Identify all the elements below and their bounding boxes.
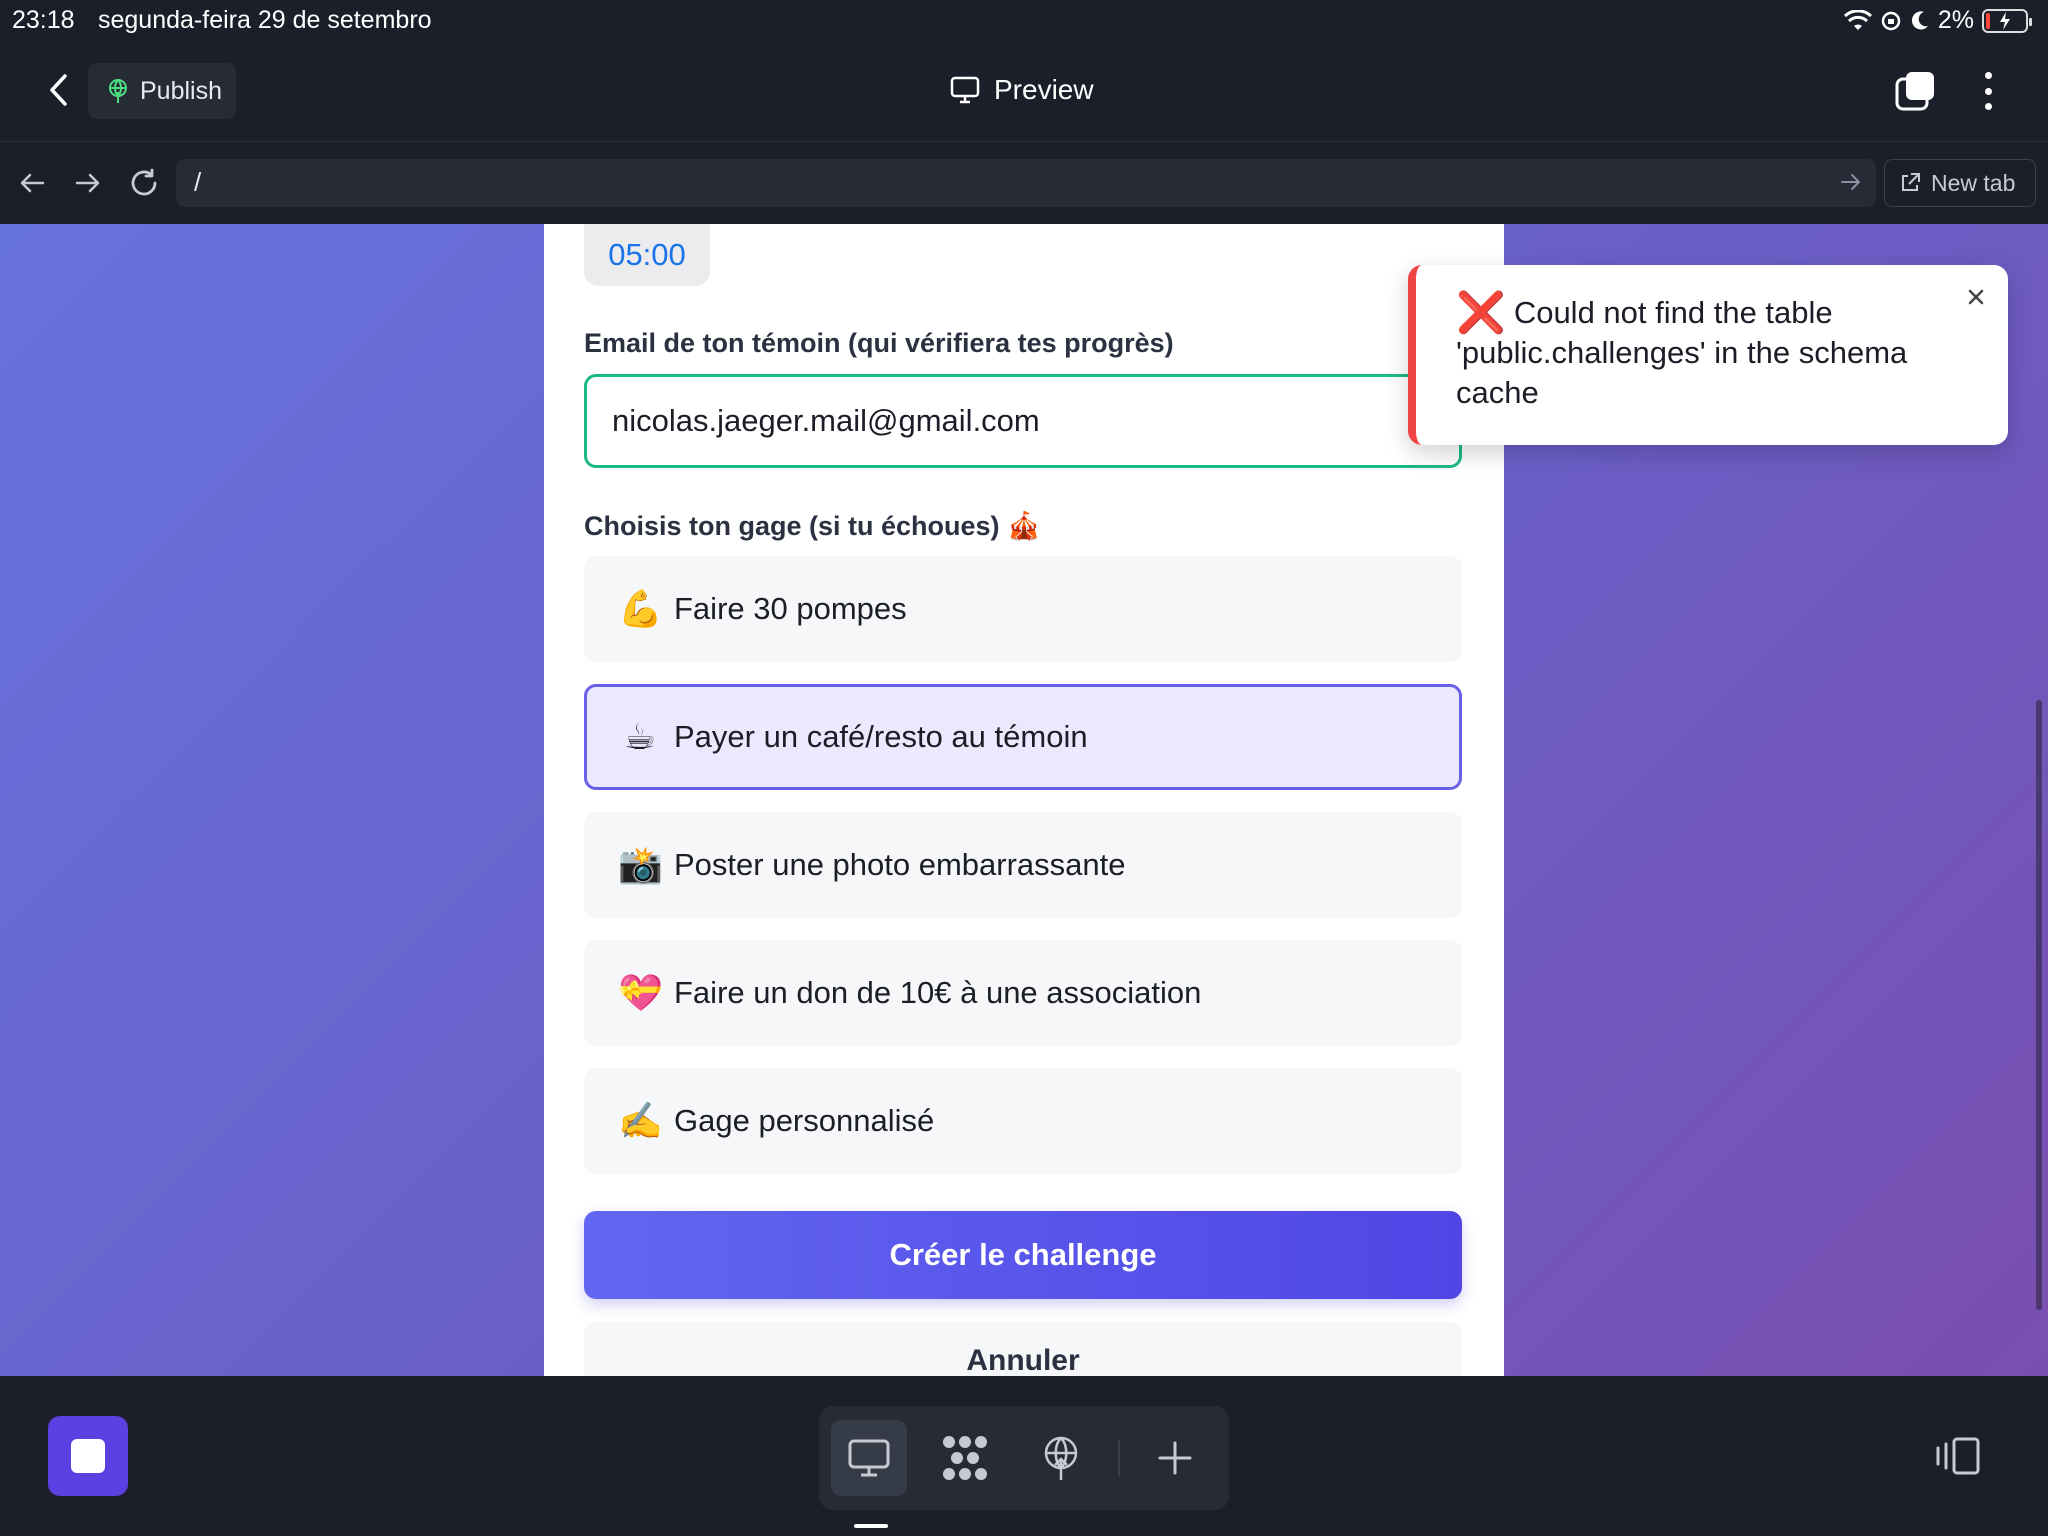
monitor-icon bbox=[848, 1439, 890, 1477]
timer-value[interactable]: 05:00 bbox=[584, 224, 710, 286]
gage-option-custom[interactable]: ✍️ Gage personnalisé bbox=[584, 1068, 1462, 1174]
email-value: nicolas.jaeger.mail@gmail.com bbox=[612, 403, 1040, 438]
status-time: 23:18 bbox=[12, 6, 75, 34]
panel-toggle-icon[interactable] bbox=[1934, 1436, 1982, 1476]
new-tab-label: New tab bbox=[1931, 169, 2016, 196]
go-arrow-icon[interactable] bbox=[1840, 171, 1862, 193]
dock-divider bbox=[1118, 1440, 1120, 1476]
more-menu-icon[interactable] bbox=[1978, 70, 1998, 112]
status-date: segunda-feira 29 de setembro bbox=[98, 6, 432, 34]
gage-option-pompes[interactable]: 💪 Faire 30 pompes bbox=[584, 556, 1462, 662]
gage-option-don[interactable]: 💝 Faire un don de 10€ à une association bbox=[584, 940, 1462, 1046]
url-text: / bbox=[194, 167, 202, 197]
option-label: Faire 30 pompes bbox=[674, 591, 907, 626]
desktop-view-button[interactable] bbox=[831, 1420, 907, 1496]
create-challenge-button[interactable]: Créer le challenge bbox=[584, 1211, 1462, 1299]
option-label: Gage personnalisé bbox=[674, 1103, 935, 1138]
scrollbar[interactable] bbox=[2036, 700, 2042, 1310]
apps-grid-button[interactable] bbox=[927, 1420, 1003, 1496]
gage-option-photo[interactable]: 📸 Poster une photo embarrassante bbox=[584, 812, 1462, 918]
battery-icon bbox=[1982, 8, 2032, 33]
chevron-left-icon bbox=[50, 74, 67, 106]
wifi-icon bbox=[1843, 9, 1872, 30]
tabs-overview-icon[interactable] bbox=[1894, 70, 1936, 112]
dots-grid-icon bbox=[943, 1436, 987, 1480]
nav-forward-arrow-icon[interactable] bbox=[68, 163, 108, 203]
orientation-lock-icon bbox=[1881, 11, 1901, 30]
challenge-form-card: 05:00 Email de ton témoin (qui vérifiera… bbox=[544, 224, 1504, 1376]
battery-percent: 2% bbox=[1937, 6, 1974, 34]
camera-flash-icon: 📸 bbox=[618, 844, 663, 885]
gage-option-cafe[interactable]: ☕ Payer un café/resto au témoin bbox=[584, 684, 1462, 790]
add-button[interactable] bbox=[1137, 1420, 1213, 1496]
option-label: Faire un don de 10€ à une association bbox=[674, 975, 1202, 1010]
preview-label: Preview bbox=[994, 74, 1094, 105]
app-header: Publish Preview bbox=[0, 40, 2048, 142]
option-label: Payer un café/resto au témoin bbox=[674, 719, 1088, 754]
status-indicators: 2% bbox=[1843, 6, 2032, 35]
screen: 23:18 segunda-feira 29 de setembro 2% Pu… bbox=[0, 0, 2048, 1536]
new-tab-button[interactable]: New tab bbox=[1884, 159, 2036, 207]
globe-upload-icon bbox=[109, 79, 127, 103]
publish-label: Publish bbox=[140, 76, 222, 105]
stop-icon bbox=[71, 1439, 105, 1473]
plus-icon bbox=[1158, 1441, 1192, 1475]
home-indicator bbox=[854, 1524, 888, 1528]
browser-toolbar: / New tab bbox=[0, 143, 2048, 224]
publish-button[interactable]: Publish bbox=[88, 63, 236, 119]
option-label: Poster une photo embarrassante bbox=[674, 847, 1126, 882]
close-icon[interactable] bbox=[1962, 283, 1990, 311]
url-input[interactable]: / bbox=[176, 159, 1876, 207]
error-icon: ❌ bbox=[1456, 291, 1506, 335]
email-label: Email de ton témoin (qui vérifiera tes p… bbox=[584, 328, 1174, 358]
stop-button[interactable] bbox=[48, 1416, 128, 1496]
cancel-button[interactable]: Annuler bbox=[584, 1322, 1462, 1376]
coffee-icon: ☕ bbox=[623, 716, 657, 757]
preview-title: Preview bbox=[950, 74, 1094, 106]
error-message: Could not find the table 'public.challen… bbox=[1456, 295, 1908, 410]
view-switcher bbox=[819, 1406, 1229, 1510]
back-button[interactable] bbox=[38, 70, 78, 110]
monitor-icon bbox=[950, 76, 980, 104]
reload-icon[interactable] bbox=[124, 163, 164, 203]
status-bar: 23:18 segunda-feira 29 de setembro 2% bbox=[0, 0, 2048, 40]
flexed-biceps-icon: 💪 bbox=[618, 588, 663, 629]
globe-upload-icon bbox=[1044, 1436, 1078, 1480]
nav-back-arrow-icon[interactable] bbox=[12, 163, 52, 203]
error-toast: ❌ Could not find the table 'public.challe… bbox=[1408, 265, 2008, 445]
gage-label: Choisis ton gage (si tu échoues) 🎪 bbox=[584, 511, 1041, 541]
bottom-toolbar bbox=[0, 1376, 2048, 1536]
witness-email-field[interactable]: nicolas.jaeger.mail@gmail.com bbox=[584, 374, 1462, 468]
writing-hand-icon: ✍️ bbox=[618, 1100, 663, 1141]
moon-icon bbox=[1911, 10, 1928, 29]
publish-dock-button[interactable] bbox=[1023, 1420, 1099, 1496]
heart-ribbon-icon: 💝 bbox=[618, 972, 663, 1013]
external-link-icon bbox=[1902, 173, 1920, 191]
